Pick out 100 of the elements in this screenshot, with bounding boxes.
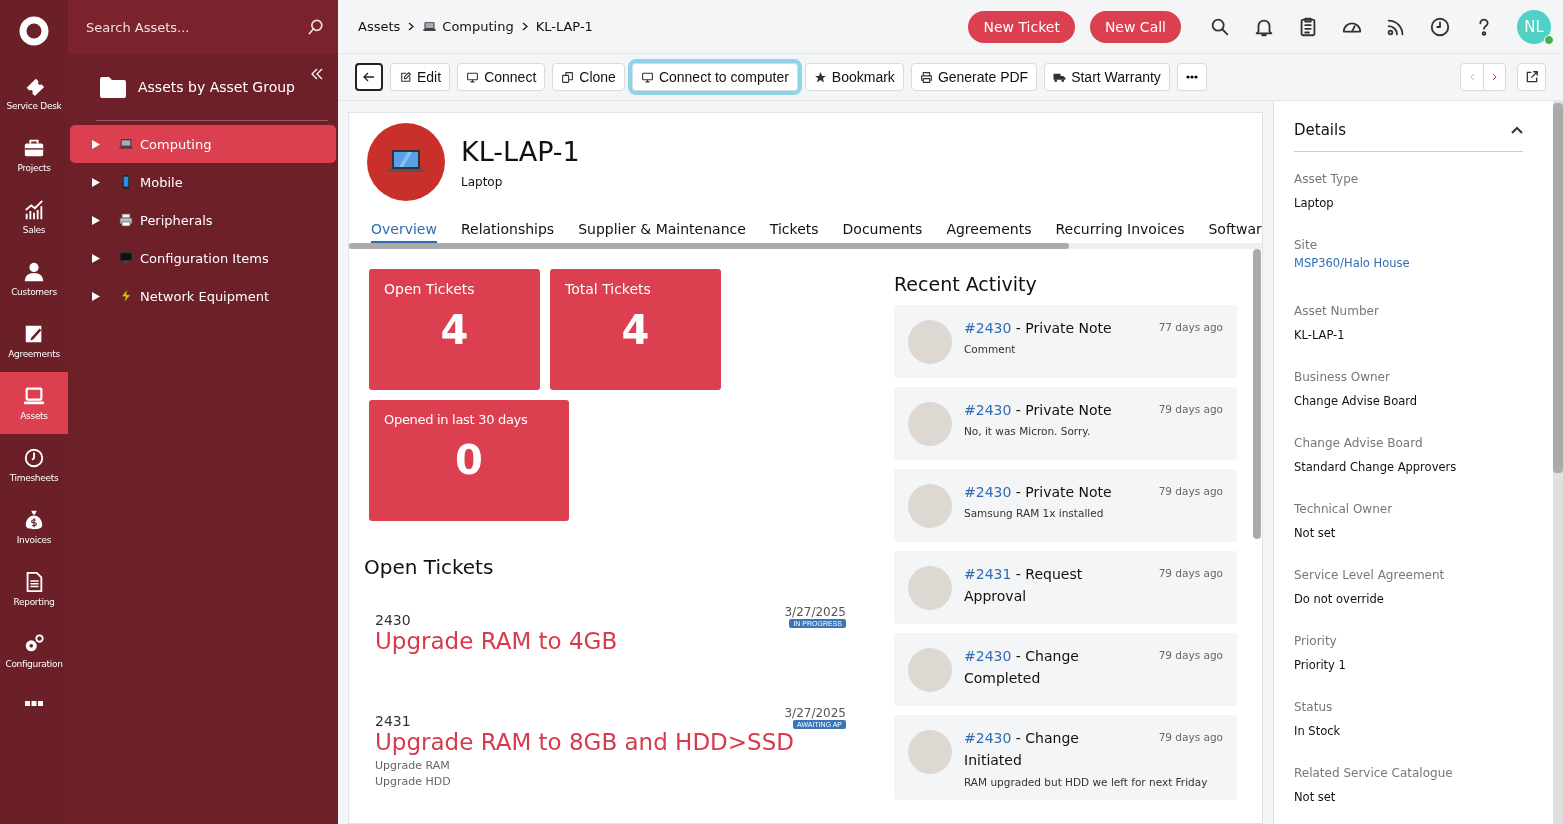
activity-time: 79 days ago: [1158, 485, 1223, 499]
breadcrumb-link[interactable]: Assets: [358, 19, 401, 34]
activity-time: 79 days ago: [1158, 731, 1223, 745]
nav-item[interactable]: Invoices: [0, 496, 68, 558]
chevron-right-icon: [521, 22, 528, 31]
tab[interactable]: Softwar: [1208, 217, 1262, 243]
chart-icon: [23, 199, 45, 221]
tab[interactable]: Relationships: [460, 217, 555, 243]
activity-time: 79 days ago: [1158, 567, 1223, 581]
external-link-icon: [1524, 70, 1539, 84]
clock-button[interactable]: [1429, 15, 1451, 38]
new-call-button[interactable]: New Call: [1089, 10, 1181, 43]
field-label: Asset Type: [1294, 172, 1360, 186]
expand-triangle-icon: [92, 291, 100, 301]
field-value: Priority 1: [1294, 658, 1347, 672]
stat-value: 4: [439, 307, 470, 353]
printer-icon: [919, 70, 933, 84]
horizontal-scrollbar[interactable]: [349, 243, 1262, 249]
vertical-scrollbar[interactable]: [1553, 101, 1563, 824]
tree-item[interactable]: Network Equipment: [70, 277, 336, 315]
activity-note: No, it was Micron. Sorry.: [964, 425, 1092, 438]
asset-name: KL-LAP-1: [461, 135, 580, 167]
activity-time: 77 days ago: [1158, 321, 1223, 335]
stat-tile[interactable]: Opened in last 30 days 0: [369, 400, 569, 521]
vertical-scrollbar[interactable]: [1253, 249, 1261, 539]
tree-item[interactable]: Configuration Items: [70, 239, 336, 277]
activity-card[interactable]: #2430 - Change Initiated 79 days ago RAM upgraded but HDD we left for next Friday: [894, 715, 1237, 800]
nav-item[interactable]: Configuration: [0, 620, 68, 682]
avatar-icon: [908, 402, 952, 446]
field-label: Related Service Catalogue: [1294, 766, 1454, 780]
stat-tile[interactable]: Open Tickets 4: [369, 269, 540, 390]
nav-item[interactable]: Timesheets: [0, 434, 68, 496]
chevron-left-icon: [1469, 73, 1475, 81]
printer-icon: [118, 212, 134, 228]
ticket-title-link[interactable]: Upgrade RAM to 8GB and HDD>SSD: [375, 729, 846, 755]
tab[interactable]: Tickets: [769, 217, 819, 243]
logo-icon: [19, 16, 49, 46]
monitor-icon: [118, 250, 134, 266]
activity-note: Samsung RAM 1x installed: [964, 507, 1105, 520]
nav-item[interactable]: Assets: [0, 372, 68, 434]
expand-triangle-icon: [92, 139, 100, 149]
field-value: Laptop: [1294, 196, 1335, 210]
ticket-title-link[interactable]: Upgrade RAM to 4GB: [375, 628, 846, 654]
more-icon: [1185, 75, 1198, 79]
activity-card[interactable]: #2430 - Private Note 79 days ago No, it was Micron. Sorry.: [894, 387, 1237, 460]
tab[interactable]: Supplier & Maintenance: [578, 217, 746, 243]
toolbar-button[interactable]: Generate PDF: [910, 63, 1038, 91]
stat-tile[interactable]: Total Tickets 4: [550, 269, 721, 390]
activity-title: #2430 - Private Note: [964, 401, 1113, 420]
clock-icon: [23, 447, 45, 469]
tab[interactable]: Documents: [842, 217, 923, 243]
toolbar-button[interactable]: Clone: [552, 63, 625, 91]
laptop-icon: [422, 19, 438, 34]
tab[interactable]: Recurring Invoices: [1055, 217, 1185, 243]
new-ticket-button[interactable]: New Ticket: [968, 10, 1075, 43]
toolbar-button[interactable]: Connect: [457, 63, 546, 91]
toolbar-button[interactable]: Edit: [390, 63, 451, 91]
toolbar-button[interactable]: Start Warranty: [1044, 63, 1170, 91]
search-icon: [306, 17, 326, 37]
panel-title: Details: [1294, 121, 1346, 139]
breadcrumb-link[interactable]: Computing: [422, 19, 514, 34]
field-link[interactable]: MSP360/Halo House: [1294, 256, 1410, 270]
tree-item[interactable]: Peripherals: [70, 201, 336, 239]
activity-title: #2430 - Private Note: [964, 319, 1113, 338]
avatar-icon: [908, 730, 952, 774]
tree-item[interactable]: Mobile: [70, 163, 336, 201]
nav-item[interactable]: Customers: [0, 248, 68, 310]
nav-item[interactable]: Projects: [0, 124, 68, 186]
activity-card[interactable]: #2430 - Private Note 77 days ago Comment: [894, 305, 1237, 378]
activity-title: #2430 - Change Initiated: [964, 729, 1080, 771]
folder-icon: [100, 76, 126, 98]
lightning-icon: [118, 288, 134, 304]
activity-title: #2431 - Request Approval: [964, 565, 1084, 607]
tree-item[interactable]: Computing: [70, 125, 336, 163]
nav-item[interactable]: Reporting: [0, 558, 68, 620]
nav-item[interactable]: Agreements: [0, 310, 68, 372]
asset-type: Laptop: [461, 174, 504, 189]
tab[interactable]: Agreements: [946, 217, 1032, 243]
nav-item[interactable]: Service Desk: [0, 62, 68, 124]
field-value: Not set: [1294, 790, 1337, 804]
breadcrumb-link[interactable]: KL-LAP-1: [535, 19, 593, 34]
toolbar-button[interactable]: Bookmark: [804, 63, 904, 91]
open-in-new-window-button[interactable]: [1517, 63, 1546, 91]
person-icon: [23, 261, 45, 283]
activity-card[interactable]: #2431 - Request Approval 79 days ago: [894, 551, 1237, 624]
ticket-detail: Upgrade HDD: [375, 775, 452, 788]
ticket-number: 2431: [375, 713, 412, 729]
field-value: Do not override: [1294, 592, 1385, 606]
star-icon: [813, 70, 827, 84]
back-button[interactable]: [355, 63, 383, 91]
arrow-left-icon: [363, 72, 375, 82]
more-icon: [25, 700, 43, 707]
activity-time: 79 days ago: [1158, 649, 1223, 663]
activity-card[interactable]: #2430 - Private Note 79 days ago Samsung RAM 1x installed: [894, 469, 1237, 542]
stat-label: Opened in last 30 days: [384, 412, 529, 427]
activity-card[interactable]: #2430 - Change Completed 79 days ago: [894, 633, 1237, 706]
ticket-date: 3/27/2025: [784, 706, 846, 720]
collapse-button[interactable]: [1511, 126, 1523, 134]
activity-note: RAM upgraded but HDD we left for next Friday: [964, 775, 1209, 788]
nav-item[interactable]: Sales: [0, 186, 68, 248]
